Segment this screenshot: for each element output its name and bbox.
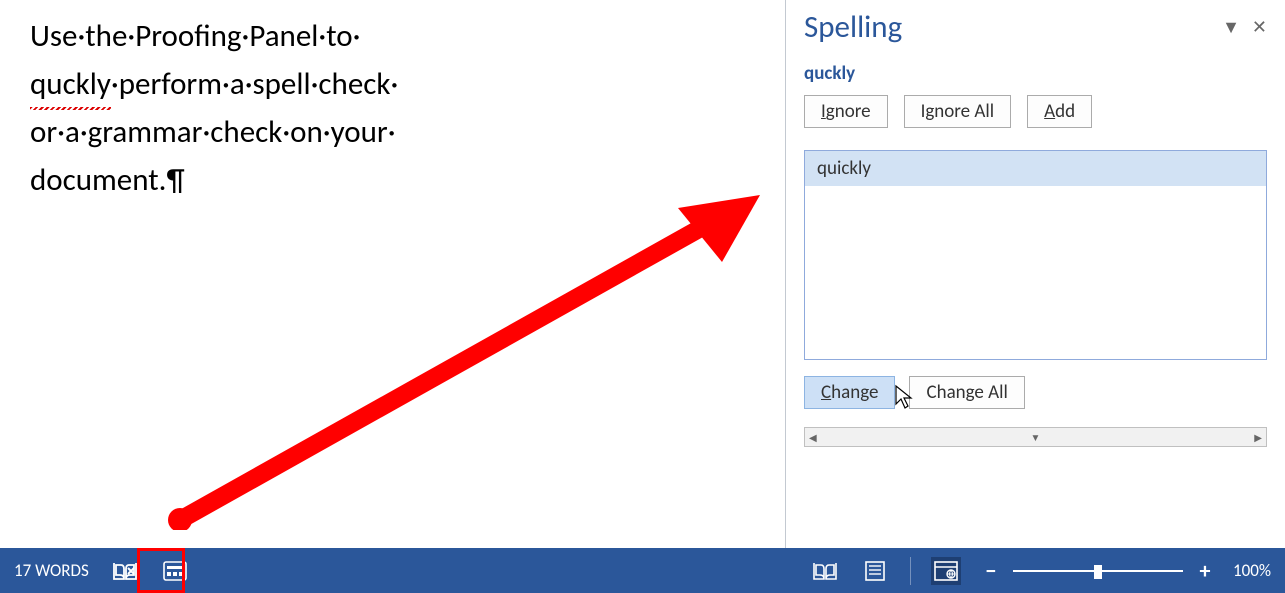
zoom-out-button[interactable]: − [981, 557, 1001, 584]
word: to [326, 17, 352, 55]
word: the [85, 17, 127, 55]
word: a [230, 65, 245, 103]
read-mode-view-icon[interactable] [810, 557, 840, 585]
word: check [318, 65, 390, 103]
ignore-button[interactable]: Ignore [804, 95, 888, 128]
zoom-control: − + 100% [981, 557, 1271, 584]
scroll-left-icon[interactable]: ◀ [809, 431, 817, 444]
word: check [210, 113, 282, 151]
zoom-in-button[interactable]: + [1195, 557, 1215, 584]
add-button[interactable]: Add [1027, 95, 1092, 128]
macro-icon[interactable] [161, 557, 189, 585]
change-button[interactable]: Change [804, 376, 895, 409]
suggestion-item[interactable]: quickly [805, 151, 1266, 186]
close-icon[interactable]: ✕ [1252, 16, 1267, 38]
pane-dropdown-icon[interactable]: ▼ [1222, 16, 1240, 38]
word: your [331, 113, 388, 151]
pilcrow-icon: ¶ [166, 161, 184, 199]
word: a [65, 113, 80, 151]
print-layout-view-icon[interactable] [860, 557, 890, 585]
word: or [30, 113, 57, 151]
document-canvas[interactable]: Use·the·Proofing·Panel·to· quckly·perfor… [0, 0, 785, 548]
word-count[interactable]: 17 WORDS [14, 560, 89, 581]
scroll-right-icon[interactable]: ▶ [1254, 431, 1262, 444]
ignore-all-button[interactable]: Ignore All [904, 95, 1012, 128]
word: on [290, 113, 323, 151]
proofing-errors-icon[interactable] [111, 557, 139, 585]
zoom-percent[interactable]: 100% [1233, 560, 1271, 581]
annotation-arrow [160, 190, 760, 530]
spelling-pane: Spelling ▼ ✕ quckly Ignore Ignore All Ad… [785, 0, 1285, 548]
change-all-button[interactable]: Change All [909, 376, 1024, 409]
word: Panel [249, 17, 318, 55]
pane-title: Spelling [804, 8, 902, 46]
zoom-slider-thumb[interactable] [1094, 565, 1102, 579]
web-layout-view-icon[interactable] [931, 557, 961, 585]
word: grammar [88, 113, 203, 151]
word: perform [119, 65, 222, 103]
zoom-slider[interactable] [1013, 570, 1183, 572]
word: spell [253, 65, 311, 103]
misspelled-word[interactable]: quckly [30, 60, 111, 108]
flagged-word: quckly [804, 62, 1267, 85]
paragraph[interactable]: Use·the·Proofing·Panel·to· quckly·perfor… [30, 12, 755, 204]
word: Proofing [135, 17, 241, 55]
word: document. [30, 161, 166, 199]
horizontal-scrollbar[interactable]: ◀ ▼ ▶ [804, 427, 1267, 447]
suggestion-list[interactable]: quickly [804, 150, 1267, 360]
status-bar: 17 WORDS [0, 548, 1285, 593]
scroll-grip-icon[interactable]: ▼ [1031, 431, 1041, 444]
word: Use [30, 17, 77, 55]
